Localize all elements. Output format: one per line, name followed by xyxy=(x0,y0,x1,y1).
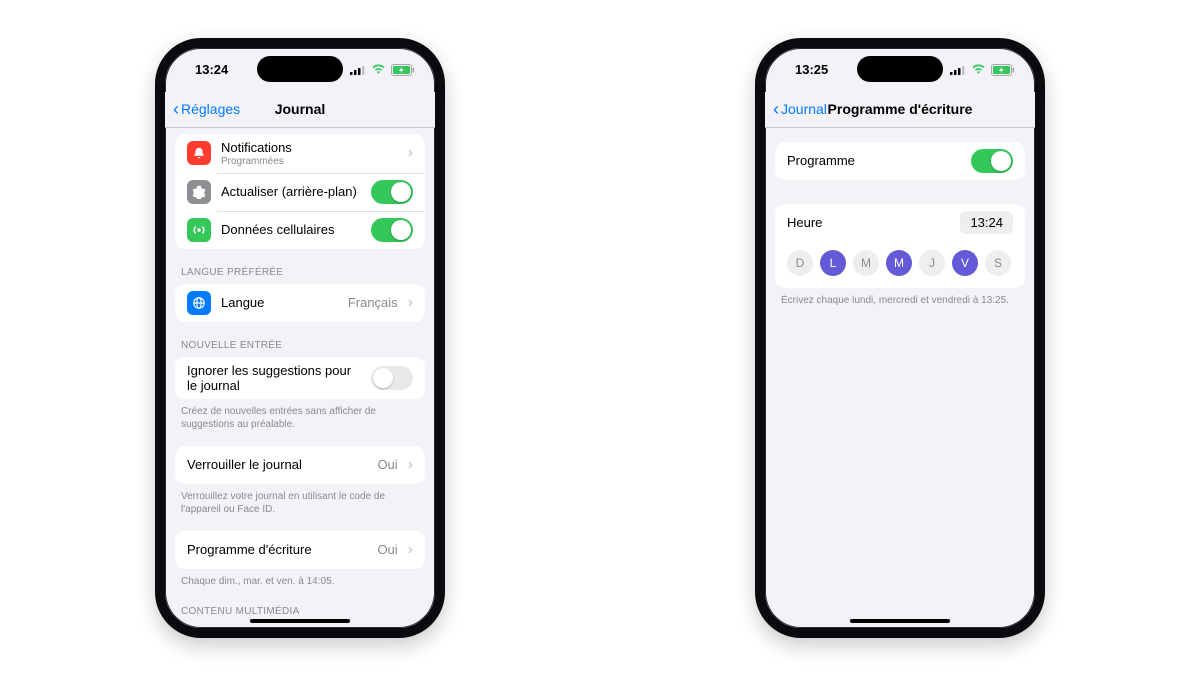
day-button-4[interactable]: J xyxy=(919,250,945,276)
cellular-signal-icon xyxy=(950,65,966,75)
section-header-new-entry: NOUVELLE ENTRÉE xyxy=(165,322,435,357)
row-title: Données cellulaires xyxy=(221,222,361,237)
footer-schedule: Chaque dim., mar. et ven. à 14:05. xyxy=(165,569,435,589)
footer-skip-suggestions: Créez de nouvelles entrées sans afficher… xyxy=(165,399,435,432)
toggle-programme[interactable] xyxy=(971,149,1013,173)
phone-right: 13:25👤 ‹ Journal Programme d'écriture Pr… xyxy=(755,38,1045,638)
nav-title: Programme d'écriture xyxy=(828,101,973,117)
status-time: 13:25 xyxy=(795,62,828,77)
chevron-left-icon: ‹ xyxy=(773,99,779,120)
phone-left: 13:24👤 ‹ Réglages Journal xyxy=(155,38,445,638)
row-subtitle: Programmées xyxy=(221,156,398,167)
nav-bar: ‹ Journal Programme d'écriture xyxy=(765,92,1035,128)
settings-content[interactable]: Notifications Programmées › Actualiser (… xyxy=(165,128,435,620)
dynamic-island xyxy=(857,56,943,82)
nav-back-button[interactable]: ‹ Réglages xyxy=(173,99,240,120)
day-button-5[interactable]: V xyxy=(952,250,978,276)
nav-back-label: Réglages xyxy=(181,101,240,117)
row-title: Verrouiller le journal xyxy=(187,457,367,472)
chevron-right-icon: › xyxy=(408,456,413,474)
row-language[interactable]: Langue Français › xyxy=(175,284,425,322)
day-button-3[interactable]: M xyxy=(886,250,912,276)
toggle-cellular[interactable] xyxy=(371,218,413,242)
row-heure: Heure 13:24 xyxy=(775,204,1025,242)
toggle-skip-suggestions[interactable] xyxy=(371,366,413,390)
row-title: Notifications xyxy=(221,140,398,155)
antenna-icon xyxy=(187,218,211,242)
row-value: Français xyxy=(348,295,398,310)
chevron-right-icon: › xyxy=(408,144,413,162)
row-value: Oui xyxy=(377,457,397,472)
row-title: Ignorer les suggestions pour le journal xyxy=(187,363,361,393)
schedule-content[interactable]: Programme Heure 13:24 DLMMJVS Écrivez ch… xyxy=(765,128,1035,620)
row-notifications[interactable]: Notifications Programmées › xyxy=(175,134,425,173)
nav-bar: ‹ Réglages Journal xyxy=(165,92,435,128)
row-title: Heure xyxy=(787,215,950,230)
row-title: Actualiser (arrière-plan) xyxy=(221,184,361,199)
row-value: Oui xyxy=(377,542,397,557)
footer-lock: Verrouillez votre journal en utilisant l… xyxy=(165,484,435,517)
wifi-icon xyxy=(371,64,386,75)
chevron-right-icon: › xyxy=(408,294,413,312)
row-title: Programme d'écriture xyxy=(187,542,367,557)
time-picker[interactable]: 13:24 xyxy=(960,211,1013,234)
battery-charging-icon xyxy=(991,64,1015,76)
day-button-2[interactable]: M xyxy=(853,250,879,276)
day-button-6[interactable]: S xyxy=(985,250,1011,276)
row-background-refresh: Actualiser (arrière-plan) xyxy=(175,173,425,211)
row-cellular-data: Données cellulaires xyxy=(175,211,425,249)
battery-charging-icon xyxy=(391,64,415,76)
row-title: Programme xyxy=(787,153,961,168)
row-writing-schedule[interactable]: Programme d'écriture Oui › xyxy=(175,531,425,569)
globe-icon xyxy=(187,291,211,315)
chevron-left-icon: ‹ xyxy=(173,99,179,120)
chevron-right-icon: › xyxy=(408,541,413,559)
gear-icon xyxy=(187,180,211,204)
row-lock-journal[interactable]: Verrouiller le journal Oui › xyxy=(175,446,425,484)
nav-title: Journal xyxy=(275,101,326,117)
cellular-signal-icon xyxy=(350,65,366,75)
section-header-language: LANGUE PRÉFÉRÉE xyxy=(165,249,435,284)
nav-back-label: Journal xyxy=(781,101,827,117)
day-selector: DLMMJVS xyxy=(775,242,1025,288)
dynamic-island xyxy=(257,56,343,82)
wifi-icon xyxy=(971,64,986,75)
day-button-1[interactable]: L xyxy=(820,250,846,276)
home-indicator[interactable] xyxy=(250,619,350,623)
toggle-background-refresh[interactable] xyxy=(371,180,413,204)
status-time: 13:24 xyxy=(195,62,228,77)
row-programme: Programme xyxy=(775,142,1025,180)
row-skip-suggestions: Ignorer les suggestions pour le journal xyxy=(175,357,425,399)
bell-icon xyxy=(187,141,211,165)
row-title: Langue xyxy=(221,295,338,310)
footer-days: Écrivez chaque lundi, mercredi et vendre… xyxy=(765,288,1035,308)
day-button-0[interactable]: D xyxy=(787,250,813,276)
nav-back-button[interactable]: ‹ Journal xyxy=(773,99,827,120)
home-indicator[interactable] xyxy=(850,619,950,623)
section-header-media: CONTENU MULTIMÉDIA xyxy=(165,588,435,620)
